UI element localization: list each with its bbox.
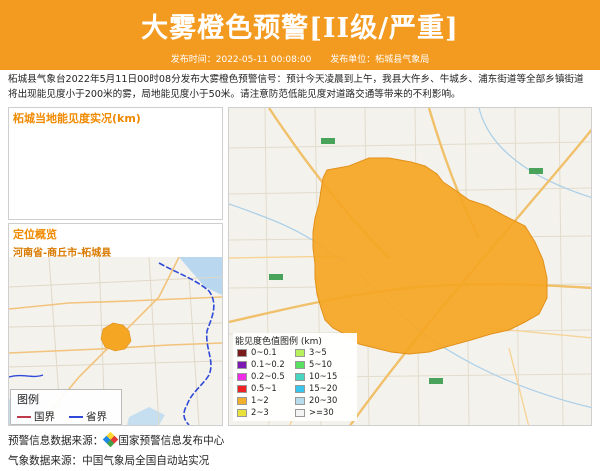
legend-swatch-4 (237, 372, 247, 381)
legend-label-7: 15~20 (309, 383, 338, 393)
legend-label-1: 3~5 (309, 347, 327, 357)
legend-item-5: 10~15 (295, 371, 337, 381)
legend-province-border-label: 省界 (86, 411, 107, 423)
warning-meta: 发布时间：2022-05-11 00:08:00 发布单位：柘城县气象局 (0, 52, 600, 65)
legend-swatch-9 (295, 396, 305, 405)
legend-label-2: 0.1~0.2 (251, 359, 285, 369)
legend-item-10: 2~3 (237, 407, 269, 417)
visibility-legend-title: 能见度色值图例 (km) (235, 337, 322, 347)
visibility-panel-title: 柘城当地能见度实况(km) (13, 112, 141, 125)
legend-item-7: 15~20 (295, 383, 337, 393)
legend-label-6: 0.5~1 (251, 383, 277, 393)
legend-province-border: 省界 (69, 409, 107, 424)
legend-item-1: 3~5 (295, 347, 327, 357)
legend-swatch-0 (237, 348, 247, 357)
publisher: 发布单位：柘城县气象局 (330, 55, 430, 65)
legend-item-0: 0~0.1 (237, 347, 277, 357)
legend-item-4: 0.2~0.5 (237, 371, 285, 381)
legend-swatch-11 (295, 408, 305, 417)
legend-national-border: 国界 (17, 409, 55, 424)
legend-label-3: 5~10 (309, 359, 333, 369)
warning-source: 预警信息数据来源： 国家预警信息发布中心 (8, 431, 224, 448)
legend-swatch-3 (295, 360, 305, 369)
legend-national-border-label: 国界 (34, 411, 55, 423)
legend-item-8: 1~2 (237, 395, 269, 405)
legend-label-0: 0~0.1 (251, 347, 277, 357)
legend-item-2: 0.1~0.2 (237, 359, 285, 369)
release-center-logo-icon (103, 431, 119, 448)
warning-source-label: 预警信息数据来源： (8, 435, 104, 447)
legend-swatch-6 (237, 384, 247, 393)
visibility-legend: 能见度色值图例 (km) 0~0.1 3~5 0.1~0.2 5~10 0.2~… (233, 333, 357, 421)
legend-item-3: 5~10 (295, 359, 332, 369)
location-panel-title: 定位概览 (13, 228, 57, 241)
legend-label-11: >=30 (309, 407, 334, 417)
legend-swatch-2 (237, 360, 247, 369)
province-border-swatch (69, 416, 83, 418)
legend-label-10: 2~3 (251, 407, 269, 417)
legend-swatch-8 (237, 396, 247, 405)
legend-item-9: 20~30 (295, 395, 337, 405)
warning-title: 大雾橙色预警[II级/严重] (141, 13, 459, 44)
legend-label-9: 20~30 (309, 395, 338, 405)
legend-label-5: 10~15 (309, 371, 338, 381)
overview-legend: 图例 国界 省界 (10, 389, 122, 425)
legend-item-6: 0.5~1 (237, 383, 277, 393)
visibility-panel: 柘城当地能见度实况(km) (8, 107, 223, 220)
warning-source-name[interactable]: 国家预警信息发布中心 (118, 435, 224, 447)
legend-swatch-5 (295, 372, 305, 381)
national-border-swatch (17, 416, 31, 418)
legend-swatch-7 (295, 384, 305, 393)
legend-item-11: >=30 (295, 407, 334, 417)
warning-summary: 柘城县气象台2022年5月11日00时08分发布大雾橙色预警信号：预计今天凌晨到… (8, 74, 584, 100)
legend-swatch-1 (295, 348, 305, 357)
legend-swatch-10 (237, 408, 247, 417)
weather-source: 气象数据来源：中国气象局全国自动站实况 (8, 455, 210, 467)
warning-header: 大雾橙色预警[II级/严重] 发布时间：2022-05-11 00:08:00 … (0, 0, 600, 70)
legend-label-8: 1~2 (251, 395, 269, 405)
publish-time: 发布时间：2022-05-11 00:08:00 (170, 55, 312, 65)
legend-label-4: 0.2~0.5 (251, 371, 285, 381)
overview-legend-title: 图例 (17, 393, 39, 406)
